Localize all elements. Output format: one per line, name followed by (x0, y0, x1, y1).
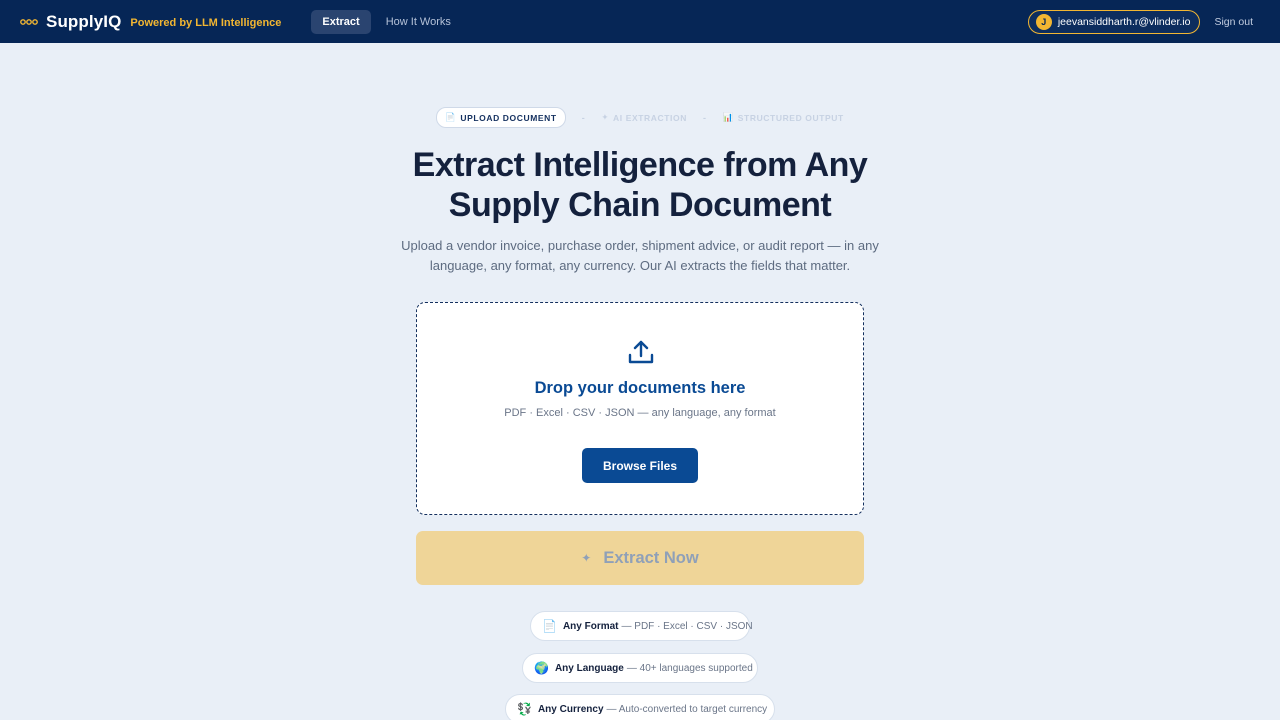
dropzone-title: Drop your documents here (534, 379, 746, 397)
document-icon: 📄 (445, 112, 457, 122)
step-upload-document: 📄 UPLOAD DOCUMENT (436, 107, 566, 128)
currency-exchange-icon: 💱 (517, 702, 532, 716)
sparkle-icon: ✦ (581, 551, 592, 565)
feature-any-format: 📄 Any Format — PDF · Excel · CSV · JSON (530, 611, 753, 641)
user-email: jeevansiddharth.r@vlinder.io (1057, 15, 1191, 28)
sparkle-icon: ✦ (601, 112, 610, 122)
browse-files-button[interactable]: Browse Files (582, 448, 698, 483)
feature-desc: — 40+ languages supported (626, 662, 753, 674)
step-separator: - (702, 112, 707, 123)
file-dropzone[interactable]: Drop your documents here PDF · Excel · C… (416, 302, 864, 515)
feature-desc: — Auto-converted to target currency (606, 703, 768, 715)
step-label: AI EXTRACTION (613, 112, 687, 123)
extract-now-button[interactable]: ✦ Extract Now (416, 531, 864, 585)
sign-out-link[interactable]: Sign out (1214, 16, 1253, 28)
page-title: Extract Intelligence from Any Supply Cha… (0, 145, 1280, 225)
step-label: UPLOAD DOCUMENT (460, 112, 557, 123)
title-line-2: Supply Chain Document (448, 186, 832, 224)
brand[interactable]: SupplyIQ Powered by LLM Intelligence (20, 12, 281, 32)
avatar: J (1035, 13, 1052, 30)
bar-chart-icon: 📊 (722, 112, 734, 122)
feature-any-language: 🌍 Any Language — 40+ languages supported (522, 653, 758, 683)
nav-extract[interactable]: Extract (311, 9, 371, 34)
title-line-1: Extract Intelligence from Any (412, 146, 868, 184)
main-nav: Extract How It Works (311, 9, 462, 34)
feature-any-currency: 💱 Any Currency — Auto-converted to targe… (505, 694, 775, 720)
step-label: STRUCTURED OUTPUT (737, 112, 844, 123)
globe-icon: 🌍 (534, 661, 549, 675)
user-menu[interactable]: J jeevansiddharth.r@vlinder.io (1027, 9, 1201, 34)
feature-name: Any Format (562, 620, 619, 632)
user-area: J jeevansiddharth.r@vlinder.io Sign out (1027, 9, 1253, 34)
brand-name: SupplyIQ (46, 11, 122, 31)
step-ai-extraction: ✦ AI EXTRACTION (601, 112, 687, 123)
feature-desc: — PDF · Excel · CSV · JSON (621, 620, 753, 632)
page-subtitle: Upload a vendor invoice, purchase order,… (401, 238, 879, 273)
extract-now-label: Extract Now (603, 548, 699, 567)
feature-name: Any Currency (537, 703, 604, 715)
document-icon: 📄 (542, 619, 557, 633)
dropzone-subtitle: PDF · Excel · CSV · JSON — any language,… (504, 407, 776, 419)
feature-name: Any Language (554, 662, 624, 674)
progress-steps: 📄 UPLOAD DOCUMENT - ✦ AI EXTRACTION - 📊 … (0, 107, 1280, 128)
brand-logo-icon (20, 18, 38, 26)
step-separator: - (581, 112, 586, 123)
step-structured-output: 📊 STRUCTURED OUTPUT (723, 112, 844, 123)
brand-tagline: Powered by LLM Intelligence (130, 16, 282, 29)
nav-how-it-works[interactable]: How It Works (375, 10, 462, 34)
upload-icon (628, 339, 654, 370)
top-navbar: SupplyIQ Powered by LLM Intelligence Ext… (0, 0, 1280, 43)
